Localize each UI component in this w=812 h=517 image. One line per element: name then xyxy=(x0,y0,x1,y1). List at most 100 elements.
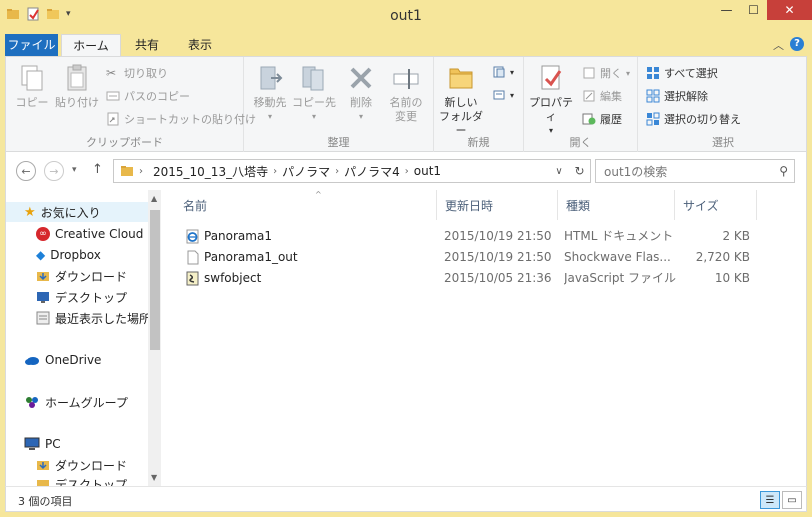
select-none-button[interactable]: 選択解除 xyxy=(646,88,708,104)
chevron-up-icon[interactable]: ︿ xyxy=(773,37,784,53)
tab-view[interactable]: 表示 xyxy=(176,34,224,56)
up-arrow-icon[interactable]: ↑ xyxy=(92,162,103,177)
column-header-type[interactable]: 種類 xyxy=(558,190,675,220)
address-history-chevron-icon[interactable]: ∨ xyxy=(549,159,569,183)
large-icons-view-button[interactable]: ▭ xyxy=(782,491,802,509)
scissors-icon: ✂ xyxy=(106,66,117,80)
sort-ascending-icon: ^ xyxy=(315,190,322,199)
paste-button[interactable]: 貼り付け xyxy=(54,63,100,110)
breadcrumb-item[interactable]: パノラマ xyxy=(282,163,330,180)
new-folder-button[interactable]: 新しい フォルダー xyxy=(436,63,486,138)
rename-label-line2: 変更 xyxy=(395,110,417,123)
search-input[interactable]: out1の検索 ⚲ xyxy=(595,159,795,183)
rename-button[interactable]: 名前の 変更 xyxy=(384,63,428,124)
nav-pc-label: PC xyxy=(45,437,61,451)
tab-file[interactable]: ファイル xyxy=(5,34,58,56)
easy-access-chevron-icon: ▾ xyxy=(510,90,515,100)
item-count: 3 個の項目 xyxy=(18,495,73,508)
copy-to-button[interactable]: コピー先 ▾ xyxy=(292,63,336,124)
file-row[interactable]: Panorama1_out 2015/10/19 21:50 Shockwave… xyxy=(177,247,777,268)
paste-shortcut-button[interactable]: ショートカットの貼り付け xyxy=(106,111,256,127)
properties-button[interactable]: プロパティ ▾ xyxy=(526,63,576,138)
minimize-button[interactable]: — xyxy=(713,0,740,20)
nav-scrollbar-thumb[interactable] xyxy=(150,210,160,350)
nav-creative-cloud[interactable]: ∞ Creative Cloud xyxy=(6,224,143,244)
breadcrumb-separator-icon[interactable]: › xyxy=(335,166,339,177)
new-group-label: 新規 xyxy=(467,136,490,149)
easy-access-icon xyxy=(493,90,505,100)
history-button[interactable]: 履歴 xyxy=(582,111,622,127)
maximize-button[interactable]: ☐ xyxy=(740,0,767,20)
nav-pc-desktop[interactable]: デスクトップ xyxy=(6,474,127,486)
nav-pc-downloads[interactable]: ダウンロード xyxy=(6,455,127,475)
tab-share[interactable]: 共有 xyxy=(124,34,170,56)
rename-label-line1: 名前の xyxy=(389,96,423,109)
file-type: JavaScript ファイル xyxy=(564,271,676,285)
move-to-button[interactable]: 移動先 ▾ xyxy=(248,63,292,124)
search-icon[interactable]: ⚲ xyxy=(779,164,788,178)
address-bar[interactable]: › 2015_10_13_八塔寺 › パノラマ › パノラマ4 › out1 xyxy=(113,159,591,183)
scroll-up-icon[interactable]: ▲ xyxy=(151,194,157,203)
new-group: 新しい フォルダー ▾ ▾ 新規 xyxy=(434,57,524,153)
column-header-size[interactable]: サイズ xyxy=(675,190,757,220)
open-button[interactable]: 開く ▾ xyxy=(582,65,630,81)
properties-icon xyxy=(541,65,562,90)
close-button[interactable]: ✕ xyxy=(767,0,812,20)
nav-homegroup[interactable]: ホームグループ xyxy=(6,392,128,412)
navigation-pane: ★ お気に入り ∞ Creative Cloud ◆ Dropbox ダウンロー… xyxy=(5,190,161,486)
help-icon[interactable]: ? xyxy=(790,37,804,51)
delete-button[interactable]: 削除 ▾ xyxy=(340,63,382,124)
shortcut-icon xyxy=(107,112,119,126)
organize-group-label: 整理 xyxy=(327,136,350,149)
back-button[interactable]: ← xyxy=(16,161,36,181)
new-item-button[interactable]: ▾ xyxy=(492,65,514,79)
star-icon: ★ xyxy=(24,204,36,220)
nav-homegroup-label: ホームグループ xyxy=(45,395,128,410)
desktop-folder-icon xyxy=(37,480,49,486)
column-header-name[interactable]: ^ 名前 xyxy=(175,190,437,220)
select-all-button[interactable]: すべて選択 xyxy=(646,65,718,81)
file-name: Panorama1 xyxy=(204,229,272,243)
nav-favorites[interactable]: ★ お気に入り xyxy=(6,202,148,222)
column-header-date[interactable]: 更新日時 xyxy=(437,190,558,220)
properties-label: プロパティ xyxy=(529,96,573,123)
nav-recent[interactable]: 最近表示した場所 xyxy=(6,308,151,328)
breadcrumb-separator-icon[interactable]: › xyxy=(405,166,409,177)
breadcrumb-separator-icon[interactable]: › xyxy=(139,166,143,177)
new-item-chevron-icon: ▾ xyxy=(510,67,515,77)
breadcrumb-item[interactable]: パノラマ4 xyxy=(344,163,400,180)
cut-label: 切り取り xyxy=(124,67,168,80)
file-row[interactable]: Panorama1 2015/10/19 21:50 HTML ドキュメント 2… xyxy=(177,226,777,247)
file-list: ^ 名前 更新日時 種類 サイズ Panorama1 2015/10/19 21… xyxy=(161,190,807,486)
copy-to-chevron-icon: ▾ xyxy=(311,112,316,121)
breadcrumb-item[interactable]: out1 xyxy=(414,164,441,178)
nav-downloads[interactable]: ダウンロード xyxy=(6,266,127,286)
refresh-icon[interactable]: ↻ xyxy=(569,159,591,183)
easy-access-button[interactable]: ▾ xyxy=(492,88,514,102)
nav-pc[interactable]: PC xyxy=(6,434,61,454)
forward-button[interactable]: → xyxy=(44,161,64,181)
nav-onedrive[interactable]: OneDrive xyxy=(6,350,101,370)
nav-dropbox[interactable]: ◆ Dropbox xyxy=(6,245,101,265)
file-row[interactable]: swfobject 2015/10/05 21:36 JavaScript ファ… xyxy=(177,268,777,289)
copy-button[interactable]: コピー xyxy=(12,63,52,110)
details-view-button[interactable]: ☰ xyxy=(760,491,780,509)
breadcrumb-separator-icon[interactable]: › xyxy=(273,166,277,177)
copy-path-button[interactable]: パスのコピー xyxy=(106,88,190,104)
onedrive-cloud-icon xyxy=(25,357,39,365)
nav-scrollbar[interactable]: ▲ ▼ xyxy=(148,190,161,486)
large-icons-view-icon: ▭ xyxy=(787,494,797,506)
forward-arrow-icon: → xyxy=(49,164,59,178)
cut-button[interactable]: ✂ 切り取り xyxy=(106,65,168,81)
select-all-icon xyxy=(647,67,659,79)
file-size: 2 KB xyxy=(722,229,750,243)
nav-desktop[interactable]: デスクトップ xyxy=(6,287,127,307)
js-file-icon xyxy=(186,271,199,286)
recent-locations-chevron-icon[interactable]: ▾ xyxy=(72,165,77,175)
breadcrumb-item[interactable]: 2015_10_13_八塔寺 xyxy=(153,163,268,180)
edit-button[interactable]: 編集 xyxy=(582,88,622,104)
scroll-down-icon[interactable]: ▼ xyxy=(151,473,157,482)
tab-home[interactable]: ホーム xyxy=(61,34,121,57)
invert-selection-button[interactable]: 選択の切り替え xyxy=(646,111,741,127)
history-label: 履歴 xyxy=(600,113,622,126)
